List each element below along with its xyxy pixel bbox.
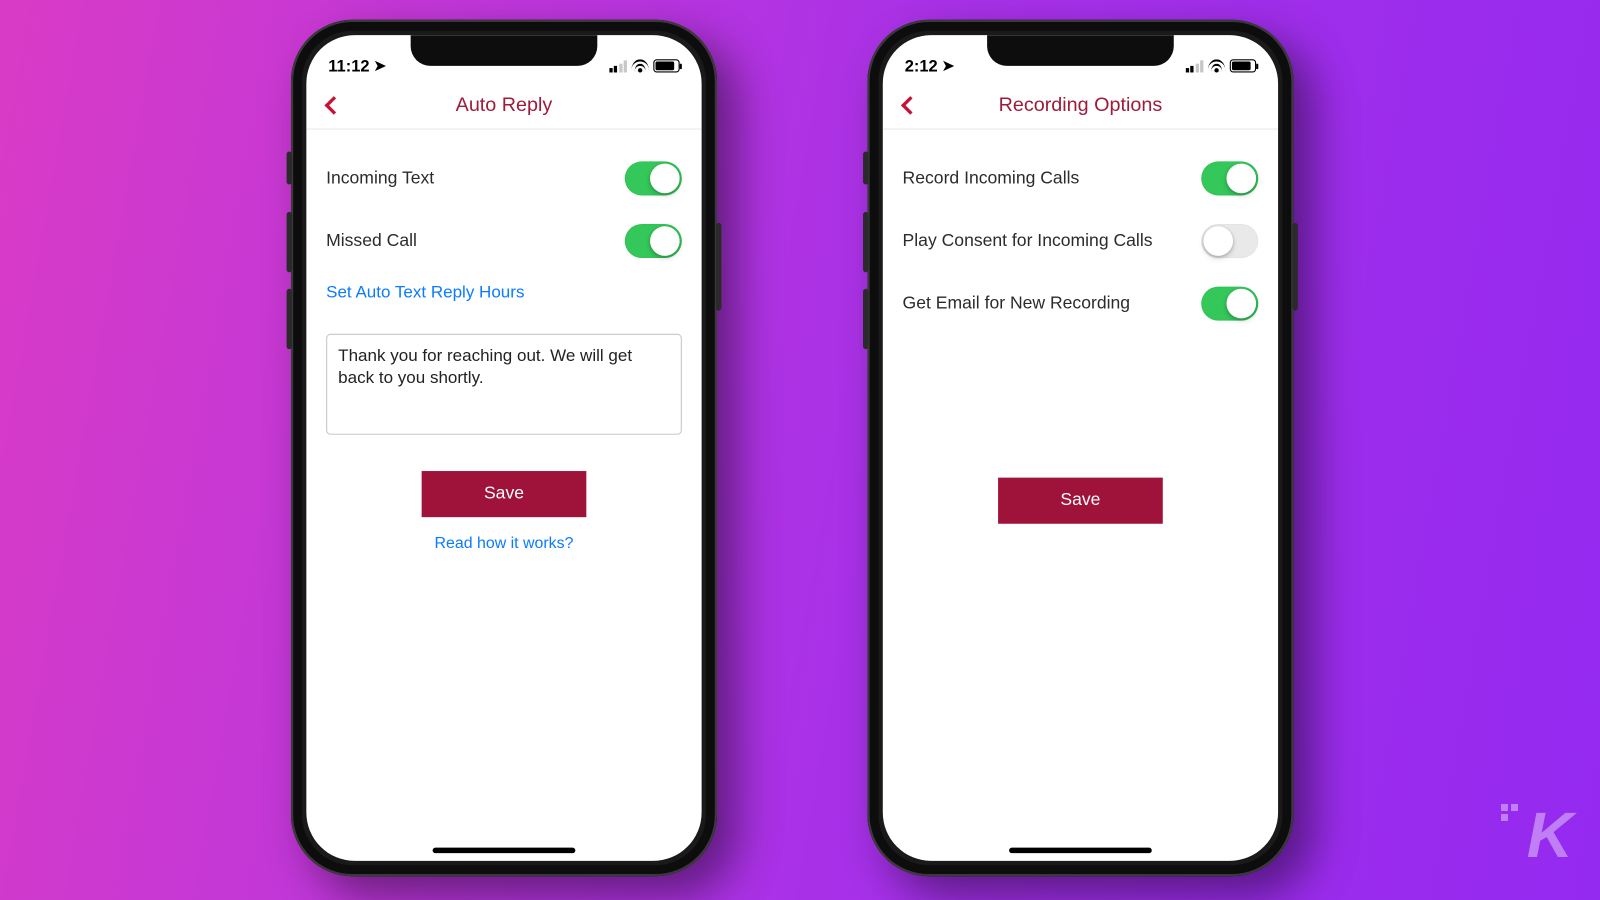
nav-bar: Auto Reply	[306, 81, 701, 129]
toggle-incoming-text[interactable]	[625, 161, 682, 195]
setting-row-record-incoming: Record Incoming Calls	[903, 147, 1259, 210]
setting-row-play-consent: Play Consent for Incoming Calls	[903, 210, 1259, 273]
toggle-missed-call[interactable]	[625, 224, 682, 258]
set-hours-link[interactable]: Set Auto Text Reply Hours	[326, 272, 682, 309]
cellular-icon	[1185, 60, 1203, 72]
setting-label: Play Consent for Incoming Calls	[903, 231, 1153, 251]
page-title: Recording Options	[999, 93, 1163, 116]
wifi-icon	[1208, 59, 1226, 72]
save-button[interactable]: Save	[422, 471, 587, 517]
watermark: K	[1527, 798, 1570, 872]
screen: 11:12 ➤ Auto Reply Incoming Text Missed …	[306, 35, 701, 861]
toggle-email-recording[interactable]	[1201, 287, 1258, 321]
side-button	[863, 152, 868, 185]
setting-row-email-recording: Get Email for New Recording	[903, 272, 1259, 335]
auto-reply-message-input[interactable]	[326, 334, 682, 435]
back-button[interactable]	[892, 86, 929, 123]
toggle-play-consent[interactable]	[1201, 224, 1258, 258]
side-button	[287, 289, 292, 349]
save-button[interactable]: Save	[998, 478, 1163, 524]
toggle-record-incoming[interactable]	[1201, 161, 1258, 195]
side-button	[287, 212, 292, 272]
content: Incoming Text Missed Call Set Auto Text …	[306, 130, 701, 559]
setting-row-missed-call: Missed Call	[326, 210, 682, 273]
location-icon: ➤	[374, 57, 386, 75]
status-time: 2:12	[905, 57, 938, 76]
setting-label: Get Email for New Recording	[903, 294, 1130, 314]
side-button	[863, 212, 868, 272]
chevron-left-icon	[901, 96, 920, 115]
side-button	[863, 289, 868, 349]
screen: 2:12 ➤ Recording Options Record Incoming…	[883, 35, 1278, 861]
phone-recording-options: 2:12 ➤ Recording Options Record Incoming…	[867, 20, 1293, 876]
wifi-icon	[631, 59, 649, 72]
side-button	[1292, 223, 1297, 311]
setting-label: Record Incoming Calls	[903, 169, 1080, 189]
chevron-left-icon	[324, 96, 343, 115]
notch	[411, 35, 598, 66]
home-indicator[interactable]	[1009, 848, 1152, 853]
notch	[987, 35, 1174, 66]
side-button	[287, 152, 292, 185]
location-icon: ➤	[942, 57, 954, 75]
nav-bar: Recording Options	[883, 81, 1278, 129]
battery-icon	[653, 59, 679, 72]
setting-row-incoming-text: Incoming Text	[326, 147, 682, 210]
help-link[interactable]: Read how it works?	[326, 517, 682, 559]
back-button[interactable]	[315, 86, 352, 123]
setting-label: Missed Call	[326, 231, 417, 251]
phone-auto-reply: 11:12 ➤ Auto Reply Incoming Text Missed …	[291, 20, 717, 876]
side-button	[716, 223, 721, 311]
page-title: Auto Reply	[456, 93, 553, 116]
battery-icon	[1230, 59, 1256, 72]
cellular-icon	[609, 60, 627, 72]
setting-label: Incoming Text	[326, 169, 434, 189]
home-indicator[interactable]	[433, 848, 576, 853]
content: Record Incoming Calls Play Consent for I…	[883, 130, 1278, 524]
status-time: 11:12	[328, 57, 369, 76]
